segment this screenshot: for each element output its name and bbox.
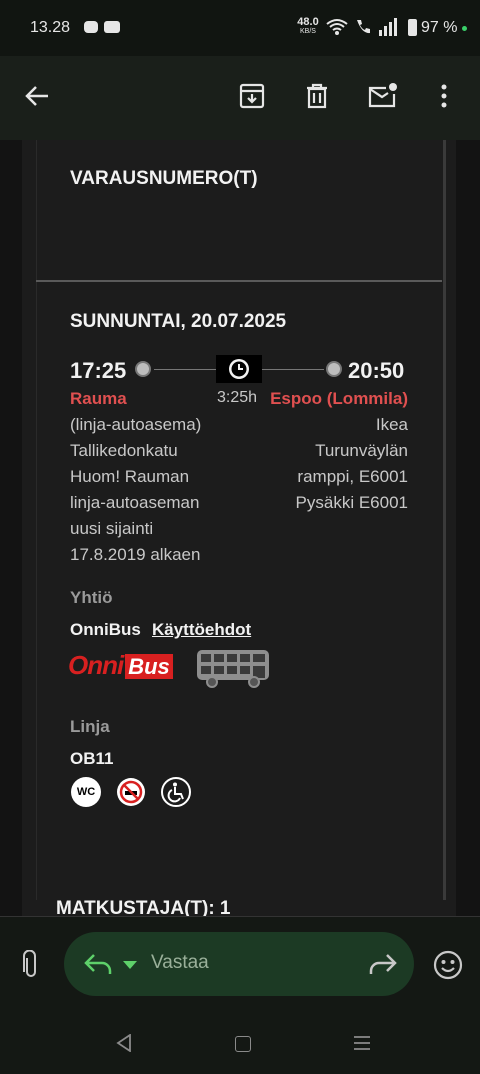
youtube-icon — [104, 21, 120, 33]
nav-back-icon[interactable] — [116, 1034, 132, 1052]
reply-input[interactable]: Vastaa — [151, 952, 209, 974]
status-time: 13.28 — [30, 19, 71, 36]
chevron-down-icon[interactable] — [123, 961, 137, 969]
app-bar — [0, 56, 480, 140]
double-decker-bus-icon — [197, 650, 269, 688]
duration-text: 3:25h — [217, 389, 258, 406]
clock-icon — [229, 359, 249, 379]
reply-box[interactable] — [64, 932, 414, 996]
nav-recents-icon[interactable] — [353, 1035, 371, 1051]
network-speed: 48.0 KB/S — [297, 16, 319, 36]
emoji-icon[interactable] — [433, 950, 463, 980]
discord-icon — [84, 21, 98, 33]
reservation-label: VARAUSNUMERO(T) — [70, 168, 258, 189]
departure-time: 17:25 — [70, 358, 127, 383]
battery-icon — [408, 19, 417, 36]
forward-icon[interactable] — [369, 953, 397, 975]
notification-dot — [462, 26, 467, 31]
attachment-icon[interactable] — [22, 950, 40, 980]
reply-icon[interactable] — [84, 953, 112, 975]
battery-percent: 97 % — [421, 19, 458, 36]
passengers-label: MATKUSTAJA(T): 1 — [56, 898, 231, 916]
company-label: Yhtiö — [70, 588, 113, 607]
departure-dot — [135, 361, 151, 377]
mark-unread-icon[interactable] — [368, 82, 398, 108]
line-label: Linja — [70, 717, 110, 736]
archive-icon[interactable] — [239, 83, 265, 109]
no-smoking-icon — [117, 778, 145, 806]
nav-home-icon[interactable] — [235, 1036, 251, 1052]
arrival-details: Ikea Turunväylän ramppi, E6001 Pysäkki E… — [295, 415, 408, 512]
wc-icon: WC — [71, 777, 101, 807]
departure-city: Rauma — [70, 389, 127, 408]
delete-icon[interactable] — [306, 83, 328, 109]
wifi-call-icon — [357, 20, 370, 34]
line-code: OB11 — [70, 749, 114, 768]
terms-link[interactable]: Käyttöehdot — [152, 620, 251, 640]
back-arrow-icon[interactable] — [24, 84, 50, 108]
status-bar: 13.28 48.0 KB/S 97 % — [0, 0, 480, 56]
travel-date: SUNNUNTAI, 20.07.2025 — [70, 311, 287, 332]
onnibus-logo: Onni Bus — [68, 650, 190, 686]
divider — [36, 280, 442, 282]
arrival-city: Espoo (Lommila) — [270, 389, 408, 408]
signal-icon — [379, 18, 397, 36]
more-options-icon[interactable] — [440, 84, 448, 108]
company-name: OnniBus — [70, 620, 141, 639]
arrival-dot — [326, 361, 342, 377]
wheelchair-icon — [161, 777, 191, 807]
arrival-time: 20:50 — [348, 358, 405, 383]
wifi-icon — [326, 19, 348, 35]
departure-details: (linja-autoasema) Tallikedonkatu Huom! R… — [70, 415, 202, 564]
email-body[interactable]: VARAUSNUMERO(T) SUNNUNTAI, 20.07.2025 17… — [0, 140, 480, 916]
